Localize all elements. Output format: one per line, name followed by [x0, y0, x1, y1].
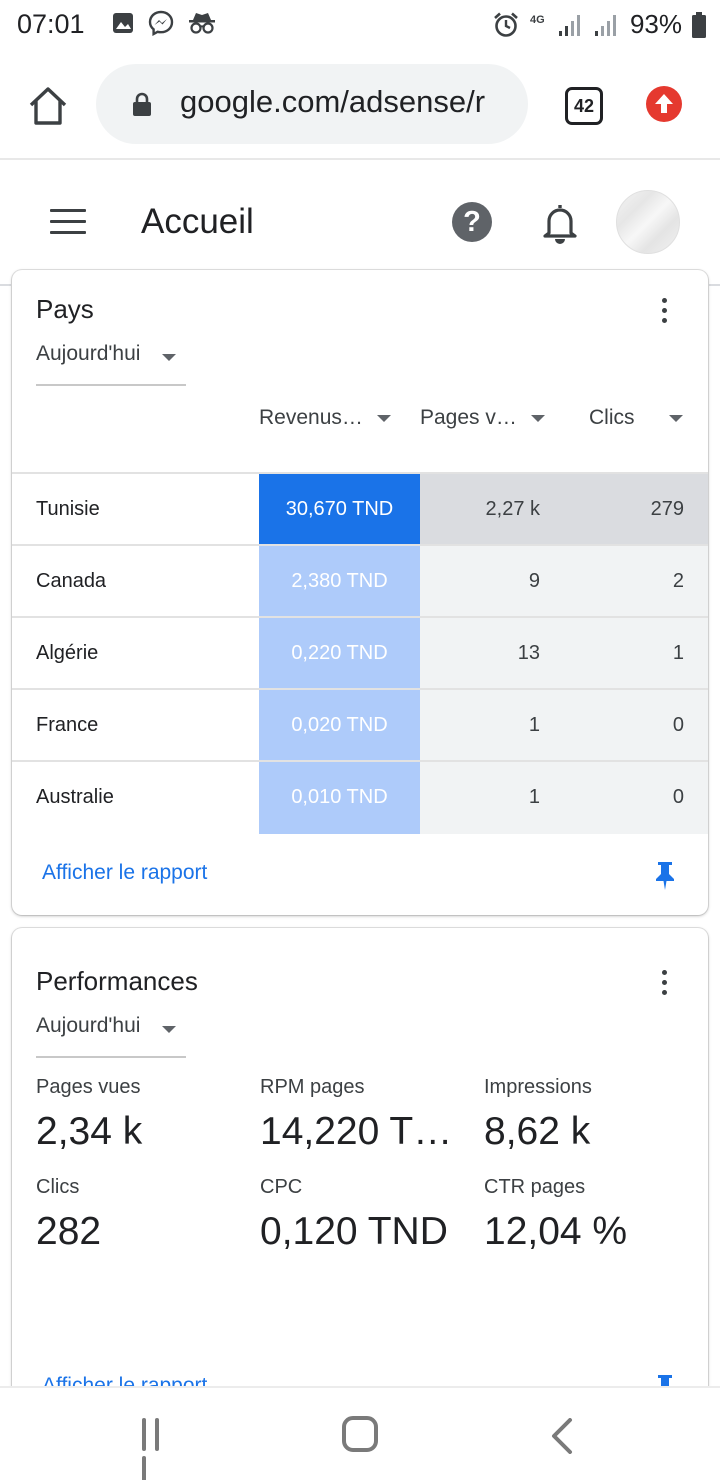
performance-card: Performances Aujourd'hui Pages vues 2,34…: [12, 928, 708, 1398]
revenue-cell: 30,670 TND: [259, 474, 420, 546]
sort-caret-icon: [668, 414, 683, 422]
country-name: France: [36, 714, 99, 736]
metric-label-rpm: RPM pages: [260, 1076, 365, 1098]
column-header-revenue[interactable]: Revenus…: [259, 406, 391, 430]
metric-label-pageviews: Pages vues: [36, 1076, 141, 1098]
country-name: Canada: [36, 570, 107, 592]
metric-value-ctr: 12,04 %: [484, 1210, 628, 1253]
performance-period-select[interactable]: Aujourd'hui: [36, 1014, 186, 1058]
country-report-link[interactable]: Afficher le rapport: [42, 861, 207, 885]
column-header-clics[interactable]: Clics: [589, 406, 683, 430]
sort-caret-icon: [530, 414, 545, 422]
performance-period-value: Aujourd'hui: [36, 1014, 141, 1037]
country-card: Pays Aujourd'hui Revenus… Pages v… Clics…: [12, 270, 708, 915]
gallery-icon: [113, 13, 133, 33]
help-icon[interactable]: ?: [452, 202, 492, 242]
battery-icon: [692, 11, 706, 38]
chevron-down-icon: [162, 1026, 176, 1033]
app-header: Accueil ?: [0, 162, 720, 286]
signal-icon-2: [594, 14, 616, 36]
network-type-label: 4G: [529, 14, 545, 26]
table-row[interactable]: Australie 0,010 TND 1 0: [12, 760, 708, 834]
browser-toolbar: google.com/adsense/r 42: [0, 52, 720, 160]
metric-label-clicks: Clics: [36, 1176, 80, 1198]
performance-card-more-icon[interactable]: [662, 970, 670, 1000]
pageviews-cell: 1: [420, 690, 564, 762]
country-period-value: Aujourd'hui: [36, 342, 141, 365]
messenger-icon: [148, 10, 174, 36]
alarm-icon: [494, 12, 518, 37]
sort-caret-icon: [376, 414, 391, 422]
table-row[interactable]: Algérie 0,220 TND 13 1: [12, 616, 708, 690]
revenue-cell: 0,220 TND: [259, 618, 420, 690]
status-notification-icons: [112, 10, 216, 36]
signal-icon-1: [558, 14, 580, 36]
back-icon[interactable]: [548, 1418, 576, 1454]
clicks-cell: 279: [564, 474, 708, 546]
pageviews-cell: 2,27 k: [420, 474, 564, 546]
metric-value-clicks: 282: [36, 1210, 102, 1253]
home-nav-icon[interactable]: [342, 1416, 378, 1452]
clicks-cell: 2: [564, 546, 708, 618]
lock-icon: [133, 92, 151, 116]
metric-value-pageviews: 2,34 k: [36, 1110, 143, 1153]
metric-value-impressions: 8,62 k: [484, 1110, 591, 1153]
revenue-cell: 0,020 TND: [259, 690, 420, 762]
pageviews-cell: 1: [420, 762, 564, 834]
avatar[interactable]: [616, 190, 680, 254]
country-card-more-icon[interactable]: [662, 298, 670, 328]
table-row[interactable]: France 0,020 TND 1 0: [12, 688, 708, 762]
column-header-clics-label: Clics: [589, 406, 635, 429]
battery-percent: 93%: [629, 9, 682, 39]
tab-switcher-button[interactable]: 42: [565, 87, 603, 125]
notifications-bell-icon[interactable]: [542, 202, 578, 244]
pageviews-cell: 9: [420, 546, 564, 618]
metric-label-cpc: CPC: [260, 1176, 303, 1198]
column-header-revenue-label: Revenus…: [259, 406, 363, 429]
column-header-pages[interactable]: Pages v…: [420, 406, 545, 430]
address-bar[interactable]: google.com/adsense/r: [96, 64, 528, 144]
menu-icon[interactable]: [50, 209, 86, 237]
metric-value-rpm: 14,220 T…: [260, 1110, 453, 1153]
country-card-title: Pays: [36, 294, 94, 324]
table-row[interactable]: Canada 2,380 TND 9 2: [12, 544, 708, 618]
column-header-pages-label: Pages v…: [420, 406, 517, 429]
recent-apps-icon[interactable]: [142, 1418, 176, 1480]
metric-label-impressions: Impressions: [484, 1076, 592, 1098]
chevron-down-icon: [162, 354, 176, 361]
country-name: Tunisie: [36, 498, 100, 520]
metric-label-ctr: CTR pages: [484, 1176, 586, 1198]
update-button[interactable]: [646, 86, 682, 122]
pageviews-cell: 13: [420, 618, 564, 690]
url-text: google.com/adsense/r: [180, 84, 486, 119]
revenue-cell: 0,010 TND: [259, 762, 420, 834]
status-system-icons: 4G 93%: [492, 9, 706, 40]
arrow-up-icon: [655, 94, 673, 113]
system-nav-bar: [0, 1386, 720, 1480]
home-icon[interactable]: [26, 84, 70, 128]
country-name: Australie: [36, 786, 114, 808]
incognito-icon: [189, 13, 215, 34]
page-title: Accueil: [141, 202, 254, 241]
clicks-cell: 0: [564, 762, 708, 834]
status-bar: 07:01 4G 93%: [0, 0, 720, 52]
revenue-cell: 2,380 TND: [259, 546, 420, 618]
status-time: 07:01: [17, 9, 85, 39]
clicks-cell: 1: [564, 618, 708, 690]
pin-icon[interactable]: [654, 861, 676, 891]
metric-value-cpc: 0,120 TND: [260, 1210, 448, 1253]
country-period-select[interactable]: Aujourd'hui: [36, 342, 186, 386]
country-name: Algérie: [36, 642, 99, 664]
clicks-cell: 0: [564, 690, 708, 762]
performance-card-title: Performances: [36, 966, 198, 996]
table-row[interactable]: Tunisie 30,670 TND 2,27 k 279: [12, 472, 708, 546]
